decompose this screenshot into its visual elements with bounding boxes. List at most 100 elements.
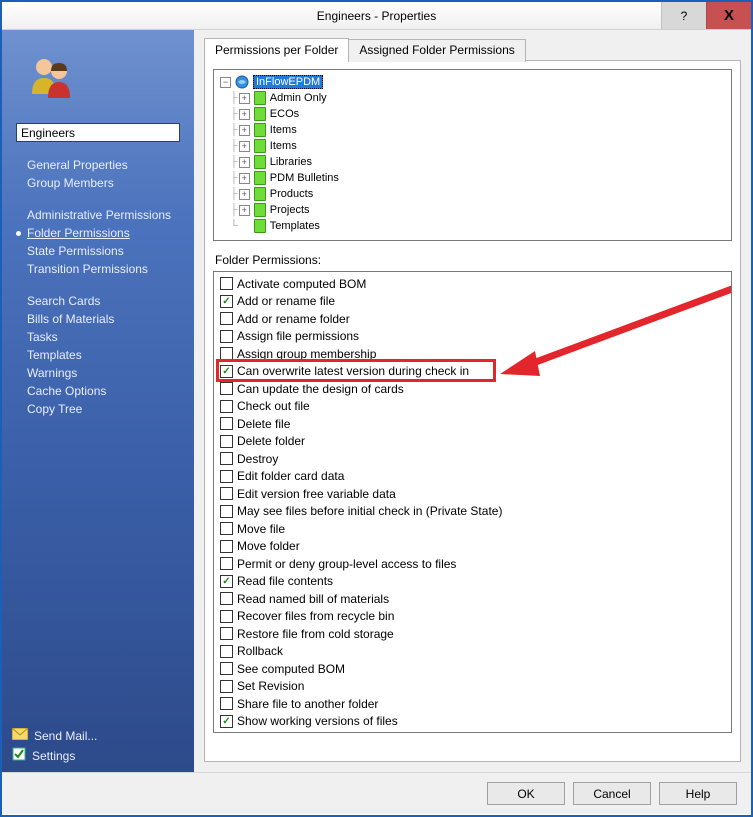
nav-item-search-cards[interactable]: Search Cards [16,292,194,310]
permission-row[interactable]: Delete folder [220,433,725,451]
tree-collapse-icon[interactable]: − [220,77,231,88]
permission-row[interactable]: Permit or deny group-level access to fil… [220,555,725,573]
nav-item-transition-permissions[interactable]: Transition Permissions [16,260,194,278]
permission-row[interactable]: Edit folder card data [220,468,725,486]
checkbox[interactable] [220,470,233,483]
tree-expand-icon[interactable]: + [239,109,250,120]
permission-row[interactable]: Can overwrite latest version during chec… [220,363,725,381]
tree-item[interactable]: ├+Items [216,138,729,154]
tree-expand-icon[interactable]: + [239,141,250,152]
send-mail-link[interactable]: Send Mail... [12,726,194,745]
tree-item[interactable]: └Templates [216,218,729,234]
checkbox[interactable] [220,592,233,605]
folder-tree[interactable]: −InFlowEPDM├+Admin Only├+ECOs├+Items├+It… [213,69,732,241]
permission-row[interactable]: See computed BOM [220,660,725,678]
tree-item[interactable]: ├+Projects [216,202,729,218]
checkbox[interactable] [220,662,233,675]
tree-expand-icon[interactable]: + [239,205,250,216]
permission-label: Can update the design of cards [237,382,404,396]
permission-row[interactable]: Rollback [220,643,725,661]
checkbox[interactable] [220,330,233,343]
tree-item[interactable]: ├+Products [216,186,729,202]
permissions-list[interactable]: Activate computed BOMAdd or rename fileA… [213,271,732,733]
checkbox[interactable] [220,610,233,623]
nav-item-templates[interactable]: Templates [16,346,194,364]
checkbox[interactable] [220,627,233,640]
checkbox[interactable] [220,680,233,693]
permission-row[interactable]: Destroy [220,450,725,468]
tree-expand-icon[interactable]: + [239,125,250,136]
nav-item-folder-permissions[interactable]: Folder Permissions [16,224,194,242]
nav-item-bills-of-materials[interactable]: Bills of Materials [16,310,194,328]
permission-row[interactable]: Assign file permissions [220,328,725,346]
tree-expand-icon[interactable]: + [239,189,250,200]
checkbox[interactable] [220,505,233,518]
nav-item-tasks[interactable]: Tasks [16,328,194,346]
tree-expand-icon[interactable]: + [239,173,250,184]
settings-link[interactable]: Settings [12,745,194,766]
tree-item[interactable]: ├+Admin Only [216,90,729,106]
checkbox[interactable] [220,400,233,413]
permission-row[interactable]: Restore file from cold storage [220,625,725,643]
checkbox[interactable] [220,312,233,325]
nav-item-copy-tree[interactable]: Copy Tree [16,400,194,418]
checkbox[interactable] [220,365,233,378]
permission-row[interactable]: Activate computed BOM [220,275,725,293]
permission-row[interactable]: Move folder [220,538,725,556]
permission-row[interactable]: Share file to another folder [220,695,725,713]
permission-row[interactable]: Check out file [220,398,725,416]
checkbox[interactable] [220,645,233,658]
tree-expand-icon[interactable]: + [239,157,250,168]
checkbox[interactable] [220,452,233,465]
tree-item[interactable]: ├+ECOs [216,106,729,122]
nav-item-cache-options[interactable]: Cache Options [16,382,194,400]
tree-item-label: Items [270,124,297,136]
help-button-footer[interactable]: Help [659,782,737,805]
permission-row[interactable]: Add or rename file [220,293,725,311]
permission-row[interactable]: Read file contents [220,573,725,591]
checkbox[interactable] [220,540,233,553]
checkbox[interactable] [220,575,233,588]
checkbox[interactable] [220,295,233,308]
checkbox[interactable] [220,417,233,430]
checkbox[interactable] [220,435,233,448]
checkbox[interactable] [220,382,233,395]
tree-item[interactable]: ├+PDM Bulletins [216,170,729,186]
checkbox[interactable] [220,522,233,535]
tree-item[interactable]: ├+Items [216,122,729,138]
tree-item[interactable]: ├+Libraries [216,154,729,170]
tab-permissions-per-folder[interactable]: Permissions per Folder [204,38,349,61]
permission-row[interactable]: Assign group membership [220,345,725,363]
permission-row[interactable]: Show working versions of files [220,713,725,731]
ok-button[interactable]: OK [487,782,565,805]
checkbox[interactable] [220,347,233,360]
permission-row[interactable]: Edit version free variable data [220,485,725,503]
nav-item-group-members[interactable]: Group Members [16,174,194,192]
permission-row[interactable]: Can update the design of cards [220,380,725,398]
tree-root-label[interactable]: InFlowEPDM [253,75,323,89]
checkbox[interactable] [220,557,233,570]
checkbox[interactable] [220,277,233,290]
permission-row[interactable]: Read named bill of materials [220,590,725,608]
nav-item-general-properties[interactable]: General Properties [16,156,194,174]
bullet-icon [16,231,21,236]
permission-row[interactable]: Recover files from recycle bin [220,608,725,626]
tab-assigned-folder-permissions[interactable]: Assigned Folder Permissions [348,39,525,62]
help-button[interactable]: ? [661,2,706,29]
group-name-input[interactable] [16,123,180,142]
close-button[interactable]: X [706,2,751,29]
permission-row[interactable]: Delete file [220,415,725,433]
nav-item-administrative-permissions[interactable]: Administrative Permissions [16,206,194,224]
nav-item-state-permissions[interactable]: State Permissions [16,242,194,260]
checkbox[interactable] [220,487,233,500]
tree-expand-icon[interactable]: + [239,93,250,104]
checkbox[interactable] [220,715,233,728]
permission-row[interactable]: Set Revision [220,678,725,696]
permission-row[interactable]: Move file [220,520,725,538]
checkbox[interactable] [220,697,233,710]
nav-item-warnings[interactable]: Warnings [16,364,194,382]
permission-row[interactable]: Add or rename folder [220,310,725,328]
cancel-button[interactable]: Cancel [573,782,651,805]
permission-row[interactable]: May see files before initial check in (P… [220,503,725,521]
tree-line: ├ [230,204,237,216]
